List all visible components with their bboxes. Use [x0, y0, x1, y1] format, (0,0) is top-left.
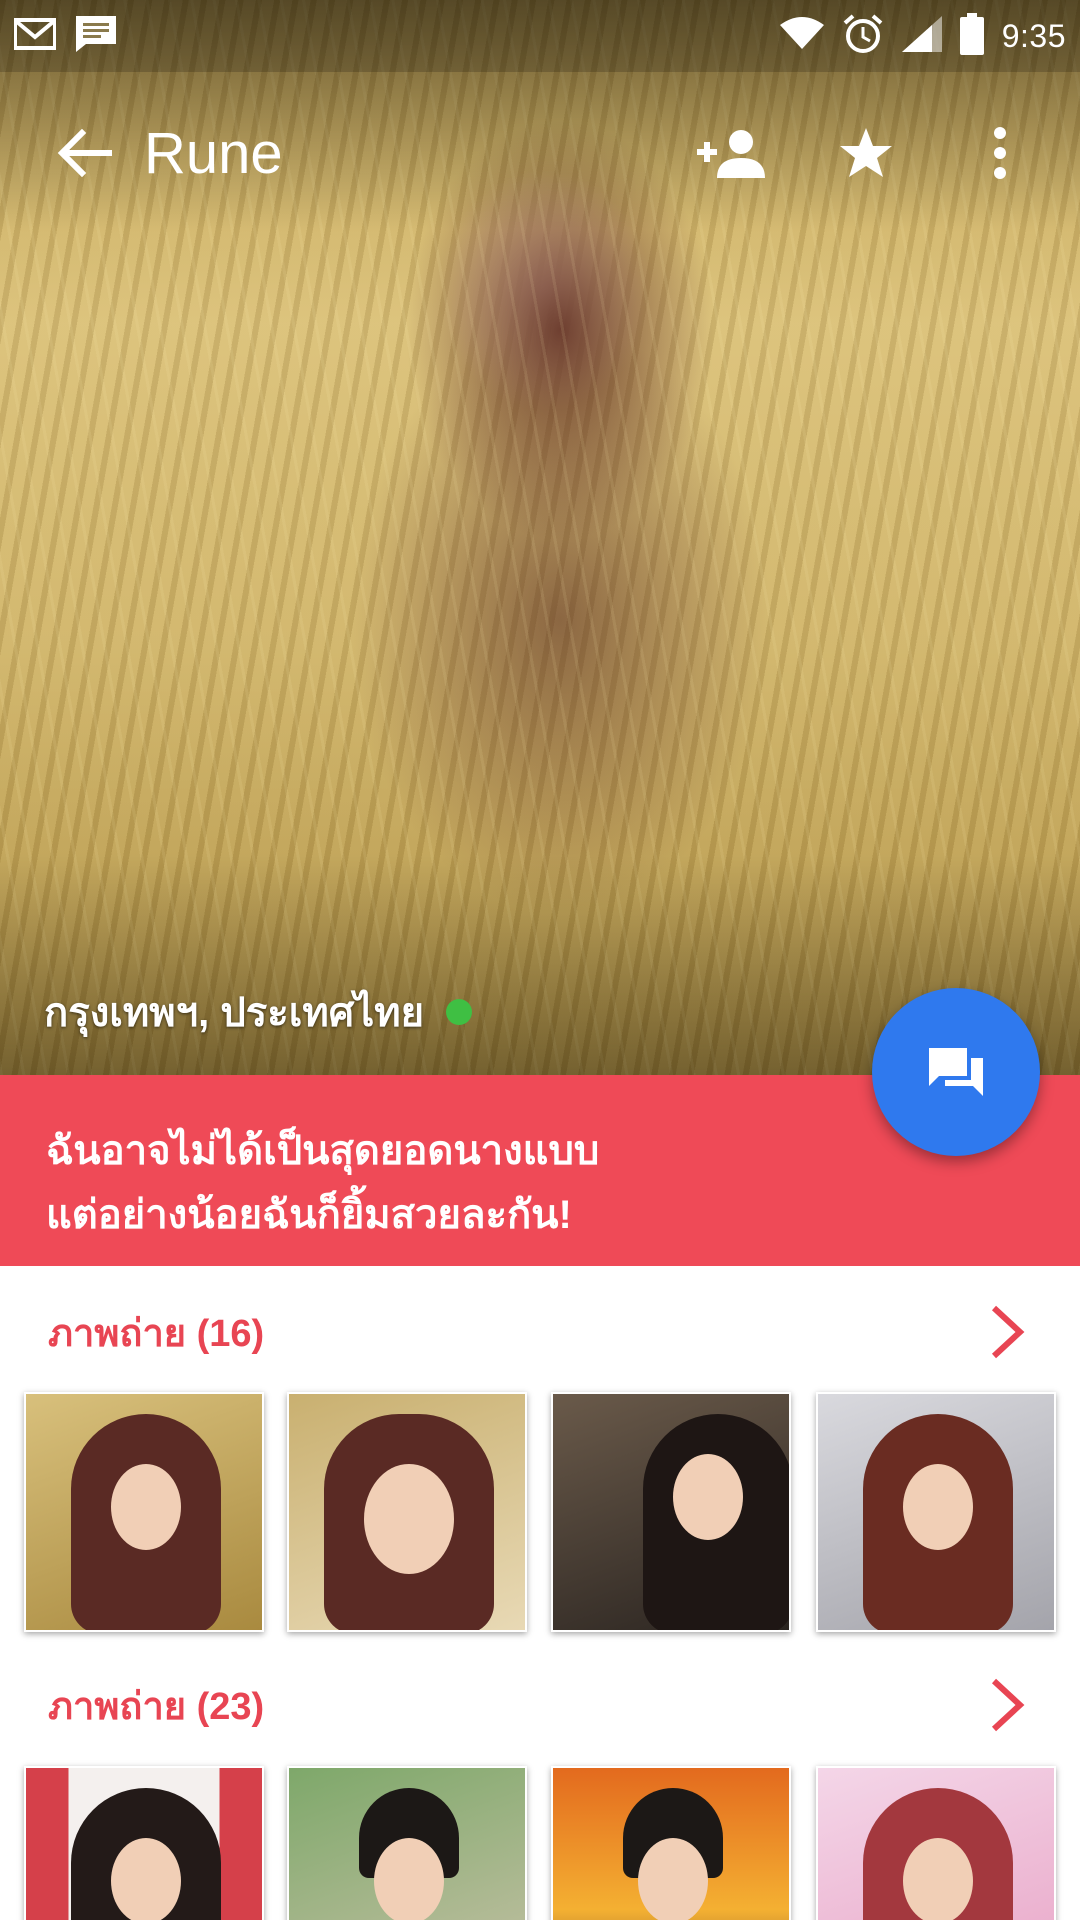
- quote-line-1: ฉันอาจไม่ได้เป็นสุดยอดนางแบบ: [46, 1129, 600, 1173]
- location-text: กรุงเทพฯ, ประเทศไทย: [44, 991, 425, 1035]
- photos-section-title-2: ภาพถ่าย (23): [48, 1685, 265, 1728]
- status-bar: 9:35: [0, 0, 1080, 72]
- star-icon: [840, 128, 892, 177]
- more-options-button[interactable]: [960, 113, 1040, 193]
- favorite-button[interactable]: [826, 113, 906, 193]
- chat-icon: [929, 1048, 983, 1096]
- profile-name-title: Rune: [144, 120, 283, 186]
- photos-section-header-2[interactable]: ภาพถ่าย (23): [0, 1655, 1080, 1755]
- photo-thumbnail[interactable]: [287, 1392, 527, 1632]
- photo-thumbnail[interactable]: [287, 1766, 527, 1920]
- arrow-back-icon: [57, 129, 112, 177]
- photos-section-open-2[interactable]: [976, 1673, 1040, 1737]
- profile-location: กรุงเทพฯ, ประเทศไทย: [44, 980, 473, 1044]
- back-button[interactable]: [52, 121, 116, 185]
- photos-section-open-1[interactable]: [976, 1300, 1040, 1364]
- gmail-icon: [13, 17, 57, 55]
- quote-line-2: แต่อย่างน้อยฉันก็ยิ้มสวยละกัน!: [46, 1193, 572, 1237]
- online-status-dot: [446, 999, 473, 1025]
- photo-thumbnail[interactable]: [551, 1766, 791, 1920]
- photos-section-header-1[interactable]: ภาพถ่าย (16): [0, 1282, 1080, 1382]
- message-icon: [74, 14, 118, 59]
- photo-thumbnail[interactable]: [24, 1392, 264, 1632]
- more-vert-icon: [994, 127, 1006, 179]
- chat-fab-button[interactable]: [872, 988, 1040, 1156]
- photo-thumbnail[interactable]: [816, 1766, 1056, 1920]
- battery-icon: [959, 12, 984, 60]
- photos-row-2: [24, 1766, 1064, 1920]
- photos-row-1: [24, 1392, 1064, 1632]
- photos-section-title-1: ภาพถ่าย (16): [48, 1312, 265, 1355]
- alarm-icon: [842, 13, 884, 60]
- chevron-right-icon: [991, 1678, 1025, 1732]
- add-contact-icon: [697, 130, 765, 178]
- wifi-icon: [779, 16, 824, 56]
- photo-thumbnail[interactable]: [24, 1766, 264, 1920]
- add-contact-button[interactable]: [692, 113, 772, 193]
- status-time: 9:35: [1001, 17, 1066, 54]
- photo-thumbnail[interactable]: [551, 1392, 791, 1632]
- profile-toolbar: Rune: [0, 88, 1080, 218]
- photo-thumbnail[interactable]: [816, 1392, 1056, 1632]
- signal-icon: [901, 15, 942, 57]
- chevron-right-icon: [991, 1305, 1025, 1359]
